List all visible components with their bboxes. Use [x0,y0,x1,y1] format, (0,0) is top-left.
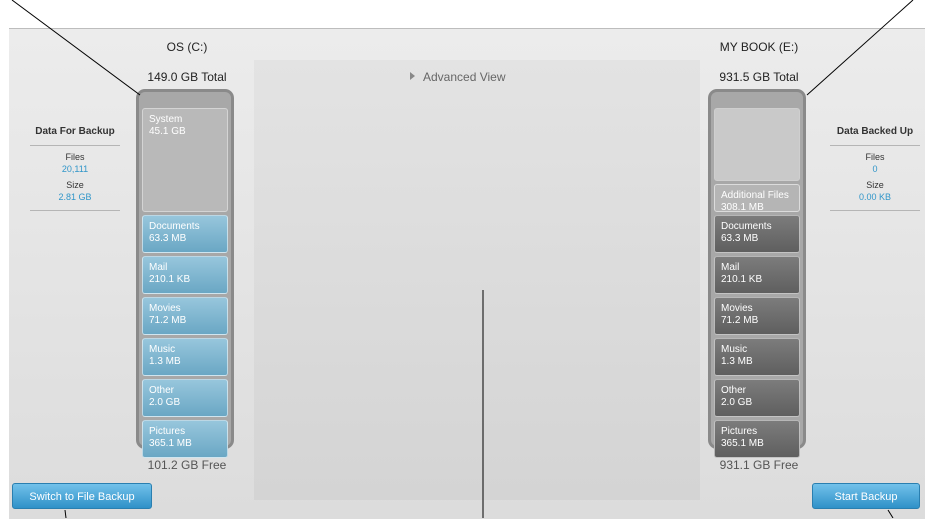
segment-value: 63.3 MB [149,233,187,244]
segment-value: 45.1 GB [149,126,186,137]
files-label: Files [65,152,85,162]
expand-arrow-icon [410,72,415,80]
switch-to-file-backup-button[interactable]: Switch to File Backup [12,483,152,509]
backup-segment-pictures[interactable]: Pictures 365.1 MB [714,420,800,458]
segment-label: Music [721,344,748,355]
segment-value: 1.3 MB [149,356,181,367]
start-backup-button[interactable]: Start Backup [812,483,920,509]
files-value: 0 [872,164,878,174]
segment-value: 308.1 MB [721,202,764,213]
source-segment-pictures[interactable]: Pictures 365.1 MB [142,420,228,458]
segment-label: Other [721,385,747,396]
segment-label: Documents [721,221,772,232]
source-segment-other[interactable]: Other 2.0 GB [142,379,228,417]
source-segment-music[interactable]: Music 1.3 MB [142,338,228,376]
size-label: Size [66,180,84,190]
segment-label: Mail [721,262,740,273]
segment-label: Movies [149,303,181,314]
backup-segment-additional-files[interactable]: Additional Files 308.1 MB [714,184,800,213]
backup-segment-mail[interactable]: Mail 210.1 KB [714,256,800,294]
segment-value: 210.1 KB [721,274,763,285]
size-label: Size [866,180,884,190]
size-value: 0.00 KB [858,192,892,202]
backup-drive-total: 931.5 GB Total [719,70,799,84]
backup-segment-music[interactable]: Music 1.3 MB [714,338,800,376]
segment-value: 71.2 MB [721,315,759,326]
divider [30,210,120,211]
data-for-backup-title: Data For Backup [30,126,120,146]
center-panel [254,60,700,500]
segment-value: 210.1 KB [149,274,191,285]
source-drive-gauge: System 45.1 GB Documents 63.3 MB Mail 210.1 K… [136,89,234,458]
segment-label: Documents [149,221,200,232]
source-drive-free: 101.2 GB Free [147,458,227,472]
segment-label: Music [149,344,176,355]
data-backed-up-title: Data Backed Up [830,126,920,146]
segment-label: Pictures [149,426,186,437]
size-value: 2.81 GB [58,192,92,202]
segment-value: 71.2 MB [149,315,187,326]
backup-drive-gauge: Additional Files 308.1 MB Documents 63.3 MB… [708,89,806,458]
segment-label: Other [149,385,175,396]
source-drive-name: OS (C:) [166,40,208,54]
files-label: Files [865,152,885,162]
segment-value: 365.1 MB [149,438,192,449]
segment-label: Additional Files [721,190,789,201]
segment-value: 1.3 MB [721,356,753,367]
divider [830,210,920,211]
backup-segment-documents[interactable]: Documents 63.3 MB [714,215,800,253]
source-segment-movies[interactable]: Movies 71.2 MB [142,297,228,335]
backup-drive-name: MY BOOK (E:) [719,40,799,54]
segment-value: 2.0 GB [149,397,181,408]
segment-value: 63.3 MB [721,233,759,244]
data-for-backup-panel: Data For Backup Files 20,111 Size 2.81 G… [30,126,120,211]
source-segment-system[interactable]: System 45.1 GB [142,108,228,212]
segment-value: 2.0 GB [721,397,753,408]
segment-label: Mail [149,262,168,273]
backup-segment-other[interactable]: Other 2.0 GB [714,379,800,417]
segment-label: System [149,114,183,125]
backup-segment-movies[interactable]: Movies 71.2 MB [714,297,800,335]
files-value: 20,111 [61,164,89,174]
segment-label: Movies [721,303,753,314]
data-backed-up-panel: Data Backed Up Files 0 Size 0.00 KB [830,126,920,211]
backup-segment-free-space [714,108,800,181]
segment-value: 365.1 MB [721,438,764,449]
advanced-view-toggle[interactable]: Advanced View [410,70,506,84]
backup-drive-free: 931.1 GB Free [719,458,799,472]
segment-label: Pictures [721,426,758,437]
advanced-view-label: Advanced View [423,70,506,84]
source-drive-total: 149.0 GB Total [147,70,227,84]
source-segment-documents[interactable]: Documents 63.3 MB [142,215,228,253]
source-segment-mail[interactable]: Mail 210.1 KB [142,256,228,294]
